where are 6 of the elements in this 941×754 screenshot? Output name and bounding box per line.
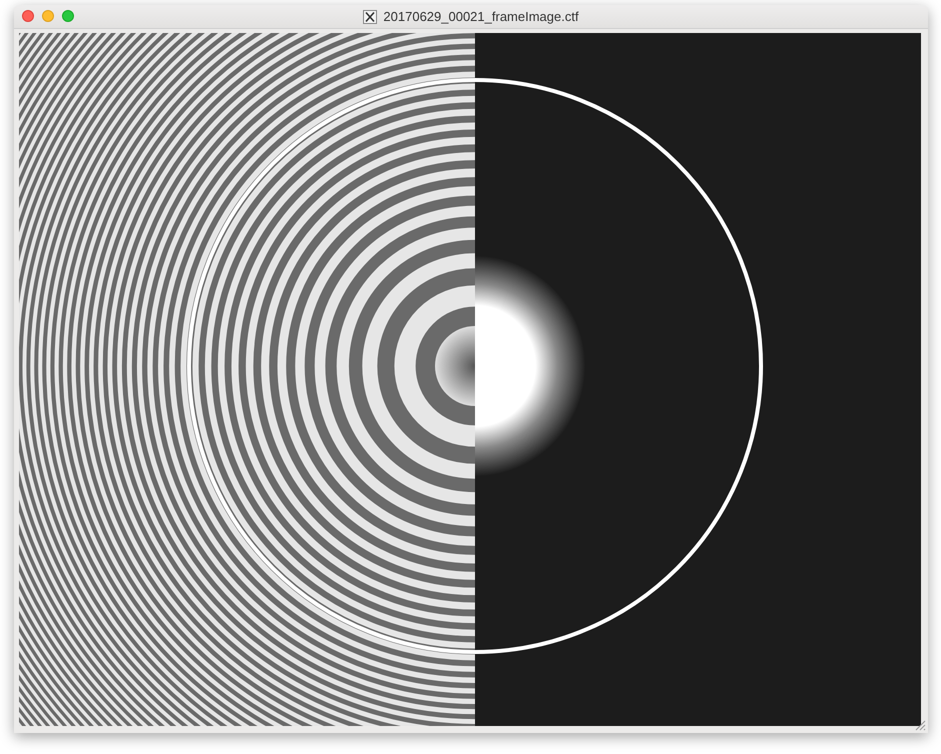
x-logo-icon: [363, 10, 378, 24]
window-title: 20170629_00021_frameImage.ctf: [383, 9, 579, 24]
zoom-icon[interactable]: [62, 10, 74, 22]
close-icon[interactable]: [22, 10, 34, 22]
resize-grip-icon[interactable]: [914, 719, 926, 731]
minimize-icon[interactable]: [42, 10, 54, 22]
